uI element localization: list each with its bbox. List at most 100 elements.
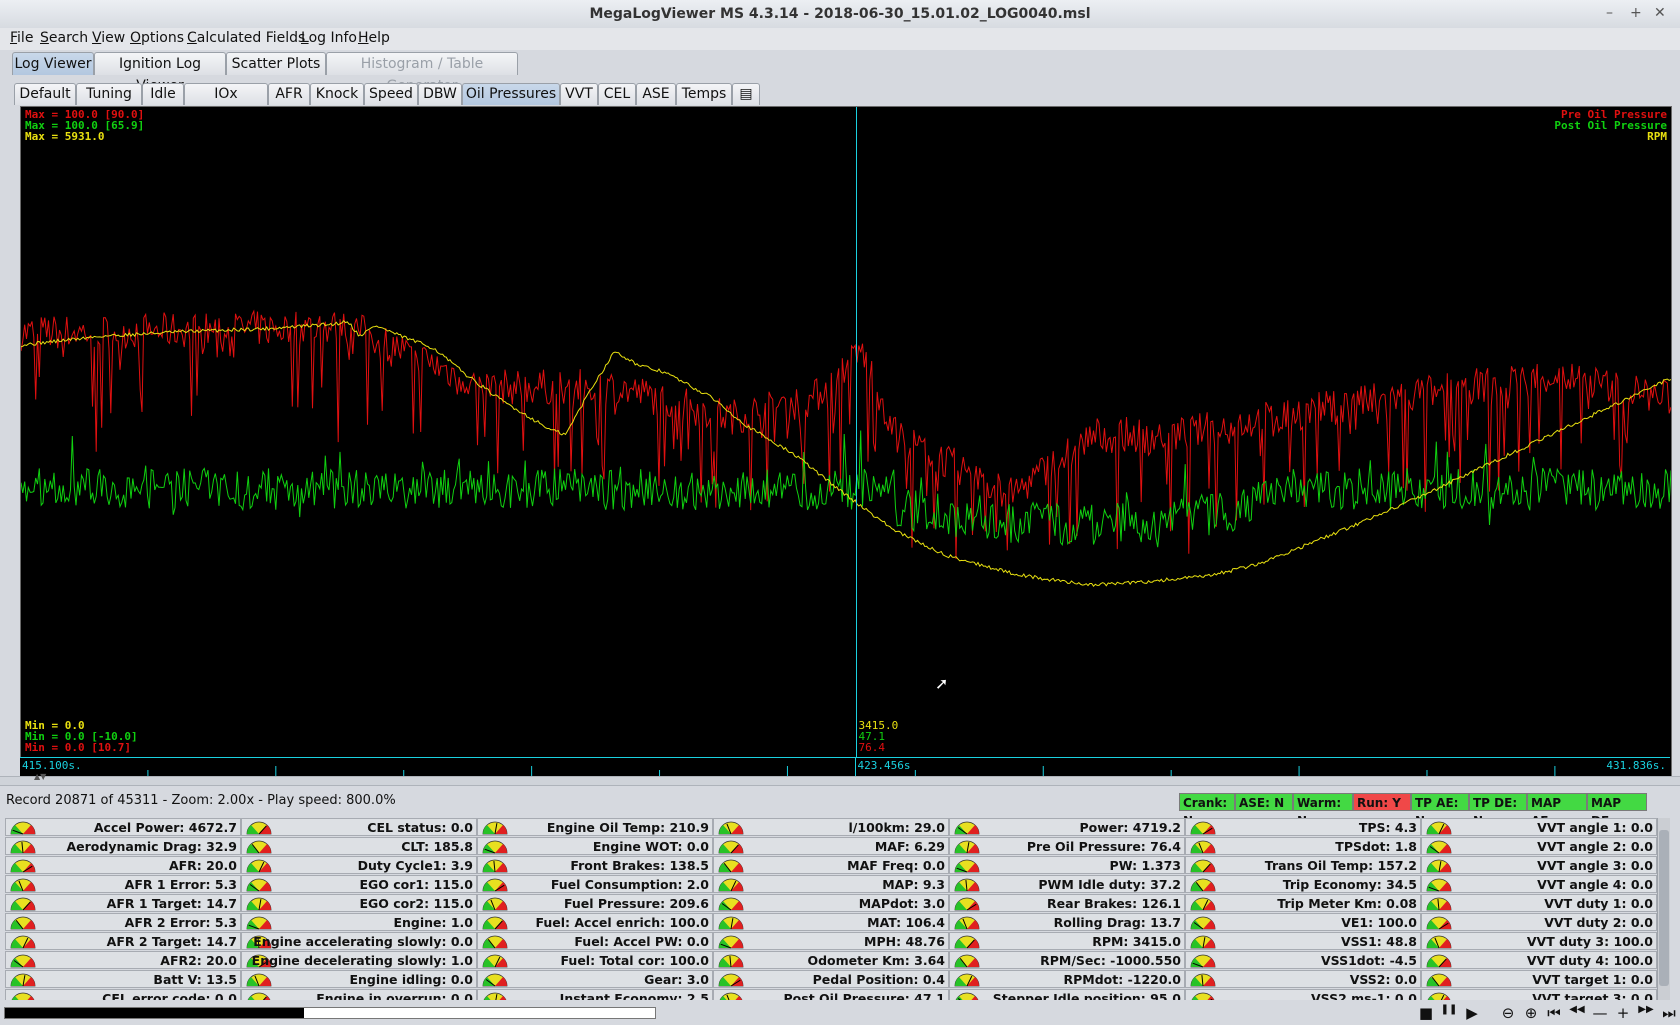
gauge-cell[interactable]: Accel Power: 4672.7 [5, 818, 241, 836]
gauge-cell[interactable]: VVT angle 3: 0.0 [1421, 856, 1657, 874]
gauge-cell[interactable]: Front Brakes: 138.5 [477, 856, 713, 874]
gauge-cell[interactable]: Power: 4719.2 [949, 818, 1185, 836]
gauge-cell[interactable]: Engine decelerating slowly: 1.0 [241, 951, 477, 969]
gauge-cell[interactable]: Engine in overrun: 0.0 [241, 989, 477, 1000]
gauge-cell[interactable]: MAT: 106.4 [713, 913, 949, 931]
menu-options[interactable]: Options [130, 30, 184, 46]
gauge-cell[interactable]: VE1: 100.0 [1185, 913, 1421, 931]
gauge-cell[interactable]: Fuel Consumption: 2.0 [477, 875, 713, 893]
gauge-cell[interactable]: CLT: 185.8 [241, 837, 477, 855]
gauge-cell[interactable]: Gear: 3.0 [477, 970, 713, 988]
gauge-cell[interactable]: MAPdot: 3.0 [713, 894, 949, 912]
gauge-cell[interactable]: VVT duty 2: 0.0 [1421, 913, 1657, 931]
gauge-cell[interactable]: VVT target 1: 0.0 [1421, 970, 1657, 988]
gauge-cell[interactable]: l/100km: 29.0 [713, 818, 949, 836]
rewind-icon[interactable]: ◀◀ [1567, 1004, 1587, 1015]
gauge-cell[interactable]: Engine: 1.0 [241, 913, 477, 931]
subtab-ase[interactable]: ASE [636, 83, 676, 105]
gauge-cell[interactable]: VSS1: 48.8 [1185, 932, 1421, 950]
gauge-scrollbar[interactable] [1657, 818, 1670, 1000]
subtab-speed[interactable]: Speed [364, 83, 418, 105]
gauge-cell[interactable]: Aerodynamic Drag: 32.9 [5, 837, 241, 855]
gauge-cell[interactable]: AFR 1 Error: 5.3 [5, 875, 241, 893]
gauge-cell[interactable]: EGO cor2: 115.0 [241, 894, 477, 912]
gauge-cell[interactable]: Pre Oil Pressure: 76.4 [949, 837, 1185, 855]
subtab-tuning[interactable]: Tuning [76, 83, 142, 105]
subtab-idle[interactable]: Idle [142, 83, 184, 105]
gauge-cell[interactable]: VSS1dot: -4.5 [1185, 951, 1421, 969]
gauge-cell[interactable]: RPM/Sec: -1000.550 [949, 951, 1185, 969]
gauge-cell[interactable]: PW: 1.373 [949, 856, 1185, 874]
gauge-cell[interactable]: Post Oil Pressure: 47.1 [713, 989, 949, 1000]
gauge-cell[interactable]: VVT angle 4: 0.0 [1421, 875, 1657, 893]
gauge-cell[interactable]: Trip Meter Km: 0.08 [1185, 894, 1421, 912]
menu-calculated-fields[interactable]: Calculated Fields [187, 30, 305, 46]
gauge-cell[interactable]: Engine accelerating slowly: 0.0 [241, 932, 477, 950]
gauge-cell[interactable]: Duty Cycle1: 3.9 [241, 856, 477, 874]
menu-view[interactable]: View [92, 30, 125, 46]
gauge-cell[interactable]: MAF Freq: 0.0 [713, 856, 949, 874]
zoom-in-icon[interactable]: ⊕ [1521, 1004, 1541, 1022]
subtab-afr[interactable]: AFR [268, 83, 310, 105]
gauge-cell[interactable]: Fuel: Accel PW: 0.0 [477, 932, 713, 950]
gauge-cell[interactable]: VVT duty 4: 100.0 [1421, 951, 1657, 969]
gauge-cell[interactable]: Fuel: Total cor: 100.0 [477, 951, 713, 969]
gauge-cell[interactable]: AFR: 20.0 [5, 856, 241, 874]
zoom-out-icon[interactable]: ⊖ [1498, 1004, 1518, 1022]
gauge-cell[interactable]: Stepper Idle position: 95.0 [949, 989, 1185, 1000]
gauge-cell[interactable]: Pedal Position: 0.4 [713, 970, 949, 988]
gauge-cell[interactable]: EGO cor1: 115.0 [241, 875, 477, 893]
time-ruler[interactable]: 415.100s. 423.456s 431.836s. [20, 757, 1670, 776]
skip-start-icon[interactable]: ⏮ [1544, 1004, 1564, 1022]
menu-log-info[interactable]: Log Info [301, 30, 357, 46]
maximize-icon[interactable]: + [1630, 5, 1642, 21]
gauge-cell[interactable]: Batt V: 13.5 [5, 970, 241, 988]
gauge-cell[interactable]: MPH: 48.76 [713, 932, 949, 950]
gauge-cell[interactable]: MAP: 9.3 [713, 875, 949, 893]
fast-forward-icon[interactable]: ▶▶ [1636, 1004, 1656, 1015]
gauge-cell[interactable]: VVT angle 2: 0.0 [1421, 837, 1657, 855]
add-tab-icon[interactable]: ▤ [732, 83, 760, 105]
menu-help[interactable]: Help [358, 30, 390, 46]
gauge-cell[interactable]: CEL status: 0.0 [241, 818, 477, 836]
gauge-cell[interactable]: AFR2: 20.0 [5, 951, 241, 969]
gauge-cell[interactable]: RPM: 3415.0 [949, 932, 1185, 950]
splitter-arrows-icon[interactable]: ▲▼ [34, 772, 46, 781]
gauge-cell[interactable]: Rear Brakes: 126.1 [949, 894, 1185, 912]
subtab-cel[interactable]: CEL [598, 83, 636, 105]
scrollbar-thumb[interactable] [1659, 830, 1669, 986]
subtab-temps[interactable]: Temps [676, 83, 732, 105]
gauge-cell[interactable]: Trip Economy: 34.5 [1185, 875, 1421, 893]
subtab-knock[interactable]: Knock [310, 83, 364, 105]
pause-icon[interactable]: ❚❚ [1439, 1004, 1459, 1015]
gauge-cell[interactable]: AFR 1 Target: 14.7 [5, 894, 241, 912]
minus-icon[interactable]: — [1590, 1004, 1610, 1022]
gauge-cell[interactable]: PWM Idle duty: 37.2 [949, 875, 1185, 893]
gauge-cell[interactable]: VVT duty 1: 0.0 [1421, 894, 1657, 912]
close-icon[interactable]: ✕ [1654, 5, 1666, 21]
gauge-cell[interactable]: Trans Oil Temp: 157.2 [1185, 856, 1421, 874]
gauge-cell[interactable]: TPS: 4.3 [1185, 818, 1421, 836]
tab-log-viewer[interactable]: Log Viewer [12, 52, 94, 75]
log-chart[interactable]: Max = 100.0 [90.0] Max = 100.0 [65.9] Ma… [20, 106, 1672, 780]
gauge-cell[interactable]: AFR 2 Target: 14.7 [5, 932, 241, 950]
gauge-cell[interactable]: VSS2 ms-1: 0.0 [1185, 989, 1421, 1000]
gauge-cell[interactable]: Engine WOT: 0.0 [477, 837, 713, 855]
stop-icon[interactable]: ■ [1416, 1004, 1436, 1022]
gauge-cell[interactable]: RPMdot: -1220.0 [949, 970, 1185, 988]
tab-scatter-plots[interactable]: Scatter Plots [226, 52, 326, 75]
subtab-default[interactable]: Default [14, 83, 76, 105]
tab-ignition-log-viewer[interactable]: Ignition Log Viewer [94, 52, 226, 94]
menu-search[interactable]: Search [40, 30, 88, 46]
gauge-cell[interactable]: VSS2: 0.0 [1185, 970, 1421, 988]
gauge-cell[interactable]: Engine Oil Temp: 210.9 [477, 818, 713, 836]
minimize-icon[interactable]: – [1606, 5, 1613, 21]
gauge-cell[interactable]: Odometer Km: 3.64 [713, 951, 949, 969]
subtab-vvt[interactable]: VVT [560, 83, 598, 105]
gauge-cell[interactable]: AFR 2 Error: 5.3 [5, 913, 241, 931]
subtab-oil-pressures[interactable]: Oil Pressures [462, 83, 560, 105]
gauge-cell[interactable]: MAF: 6.29 [713, 837, 949, 855]
plus-icon[interactable]: + [1613, 1004, 1633, 1022]
play-icon[interactable]: ▶ [1462, 1004, 1482, 1022]
panel-splitter[interactable]: ▲▼ [0, 772, 1680, 786]
